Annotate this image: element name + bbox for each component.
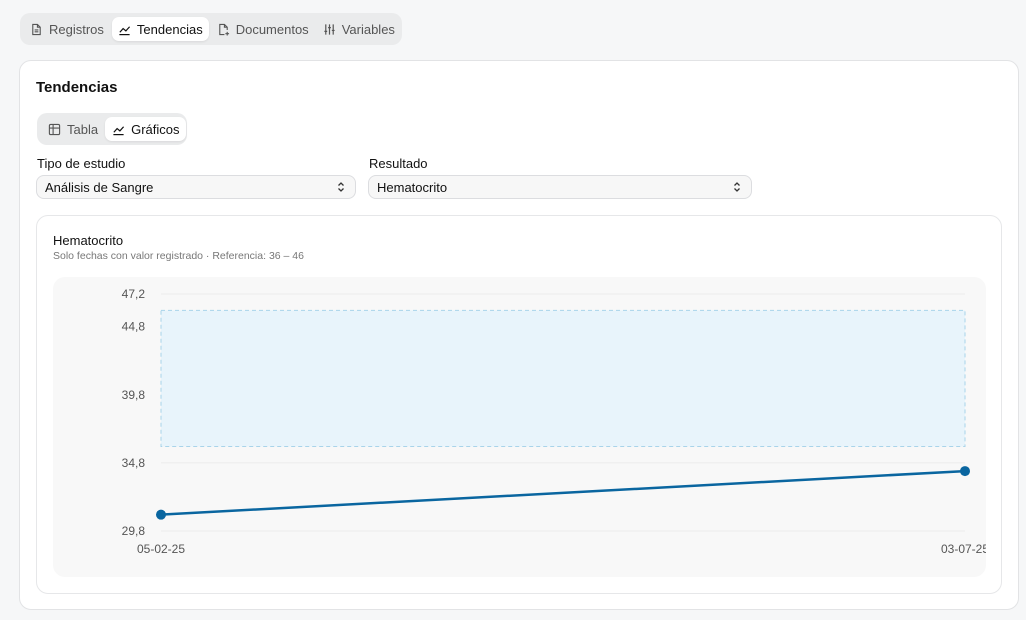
top-tab-bar: Registros Tendencias Documentos Variable…	[20, 13, 402, 45]
x-tick-label: 05-02-25	[137, 542, 185, 556]
trend-icon	[118, 23, 131, 36]
view-tab-bar: Tabla Gráficos	[37, 113, 187, 145]
tab-label: Gráficos	[131, 121, 180, 137]
trends-card: Tendencias Tabla Gráficos Tipo de estudi…	[19, 60, 1019, 610]
card-title: Tendencias	[36, 79, 118, 96]
tab-tendencias[interactable]: Tendencias	[111, 17, 209, 41]
y-tick-label: 29,8	[122, 524, 146, 538]
result-select[interactable]: Hematocrito	[368, 175, 752, 199]
tab-label: Tendencias	[136, 21, 203, 37]
tab-tabla[interactable]: Tabla	[41, 117, 105, 141]
file-plus-icon	[217, 23, 230, 36]
chevron-up-down-icon	[336, 181, 346, 193]
y-tick-label: 34,8	[122, 456, 146, 470]
tab-variables[interactable]: Variables	[317, 17, 401, 41]
tab-label: Variables	[341, 21, 395, 37]
y-tick-label: 47,2	[122, 287, 146, 301]
study-type-value: Análisis de Sangre	[45, 179, 154, 195]
tab-label: Documentos	[235, 21, 309, 37]
chevron-up-down-icon	[732, 181, 742, 193]
x-tick-label: 03-07-25	[941, 542, 986, 556]
chart-subtitle: Solo fechas con valor registrado · Refer…	[53, 250, 304, 262]
result-label: Resultado	[369, 156, 428, 171]
sliders-icon	[323, 23, 336, 36]
line-chart: 47,2 44,8 39,8 34,8 29,8 05-02-25 03-07-25	[122, 287, 986, 556]
plot-area: 47,2 44,8 39,8 34,8 29,8 05-02-25 03-07-25	[53, 277, 986, 577]
result-value: Hematocrito	[377, 179, 448, 195]
study-type-label: Tipo de estudio	[37, 156, 126, 171]
chart-title: Hematocrito	[53, 233, 124, 248]
tab-graficos[interactable]: Gráficos	[105, 117, 187, 141]
chart-card: Hematocrito Solo fechas con valor regist…	[36, 215, 1002, 594]
tab-documentos[interactable]: Documentos	[211, 17, 315, 41]
data-point	[960, 466, 970, 477]
tab-label: Registros	[49, 21, 104, 37]
y-tick-label: 39,8	[122, 388, 146, 402]
data-point	[156, 509, 166, 520]
table-icon	[48, 123, 61, 136]
tab-label: Tabla	[67, 121, 99, 137]
tab-registros[interactable]: Registros	[24, 17, 110, 41]
trend-icon	[112, 123, 125, 136]
y-tick-label: 44,8	[122, 320, 146, 334]
study-type-select[interactable]: Análisis de Sangre	[36, 175, 356, 199]
reference-range-band	[160, 309, 966, 448]
file-text-icon	[30, 23, 43, 36]
series-line	[160, 469, 966, 516]
